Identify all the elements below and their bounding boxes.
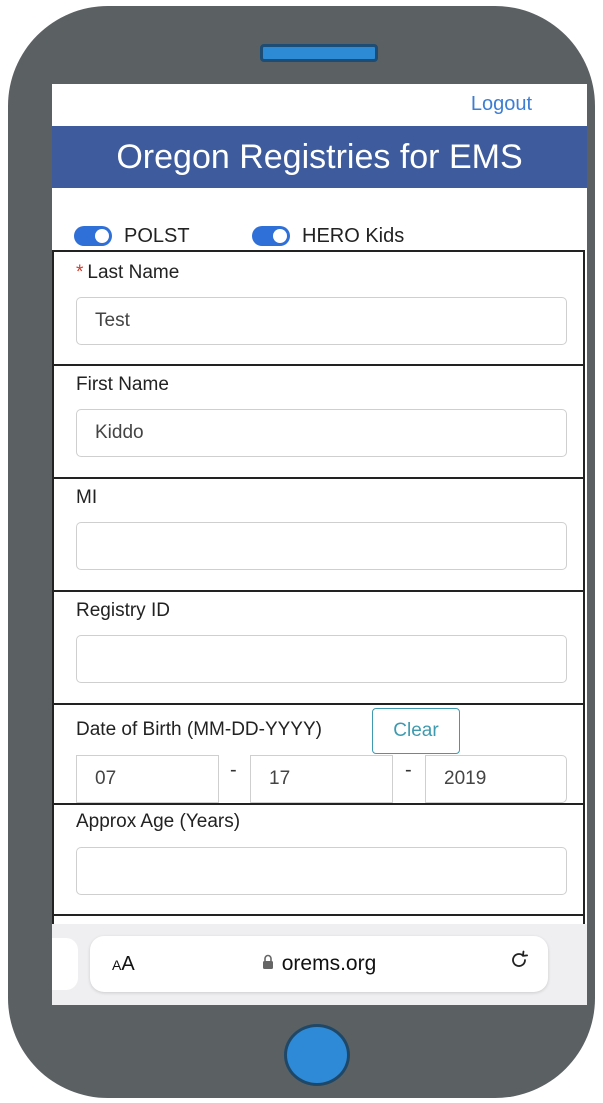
hero-kids-switch[interactable] xyxy=(252,226,290,246)
registry-id-field[interactable] xyxy=(76,635,567,683)
home-button[interactable] xyxy=(284,1024,350,1086)
mi-section: MI xyxy=(52,477,585,592)
toggle-polst[interactable]: POLST xyxy=(74,224,190,248)
polst-switch[interactable] xyxy=(74,226,112,246)
logout-link[interactable]: Logout xyxy=(471,93,532,116)
first-name-section: First Name Kiddo xyxy=(52,364,585,479)
previous-tab[interactable] xyxy=(52,938,78,990)
registry-id-section: Registry ID xyxy=(52,590,585,705)
dob-separator: - xyxy=(230,759,237,781)
toggle-label: POLST xyxy=(124,224,190,247)
toggle-hero-kids[interactable]: HERO Kids xyxy=(252,224,404,248)
registry-id-label: Registry ID xyxy=(76,600,170,621)
first-name-label: First Name xyxy=(76,374,169,395)
toggle-label: HERO Kids xyxy=(302,224,405,247)
dob-label: Date of Birth (MM-DD-YYYY) xyxy=(76,719,322,740)
last-name-section: * Last Name Test xyxy=(52,250,585,366)
speaker-slot xyxy=(260,44,378,62)
address-bar[interactable]: AA orems.org xyxy=(90,936,548,992)
first-name-field[interactable]: Kiddo xyxy=(76,409,567,457)
screen: Logout Oregon Registries for EMS POLST H… xyxy=(52,84,587,1005)
mi-field[interactable] xyxy=(76,522,567,570)
url-text: orems.org xyxy=(281,952,377,975)
reload-icon[interactable] xyxy=(508,936,530,992)
dob-separator: - xyxy=(405,759,412,781)
approx-age-label: Approx Age (Years) xyxy=(76,811,241,832)
mi-label: MI xyxy=(76,487,98,508)
dob-section: Date of Birth (MM-DD-YYYY) Clear 07 - 17… xyxy=(52,703,585,806)
required-marker: * xyxy=(76,262,84,283)
last-name-label: * Last Name xyxy=(76,262,180,283)
approx-age-field[interactable] xyxy=(76,847,567,895)
dob-day-field[interactable]: 17 xyxy=(250,755,393,803)
clear-button[interactable]: Clear xyxy=(372,708,460,754)
page-title: Oregon Registries for EMS xyxy=(52,126,587,188)
last-name-field[interactable]: Test xyxy=(76,297,567,345)
approx-age-section: Approx Age (Years) xyxy=(52,803,585,918)
dob-year-field[interactable]: 2019 xyxy=(425,755,567,803)
lock-icon xyxy=(262,936,274,992)
dob-month-field[interactable]: 07 xyxy=(76,755,219,803)
url-display[interactable]: orems.org xyxy=(90,936,548,992)
browser-toolbar: AA orems.org xyxy=(52,924,587,1005)
phone-frame: Logout Oregon Registries for EMS POLST H… xyxy=(8,6,595,1098)
